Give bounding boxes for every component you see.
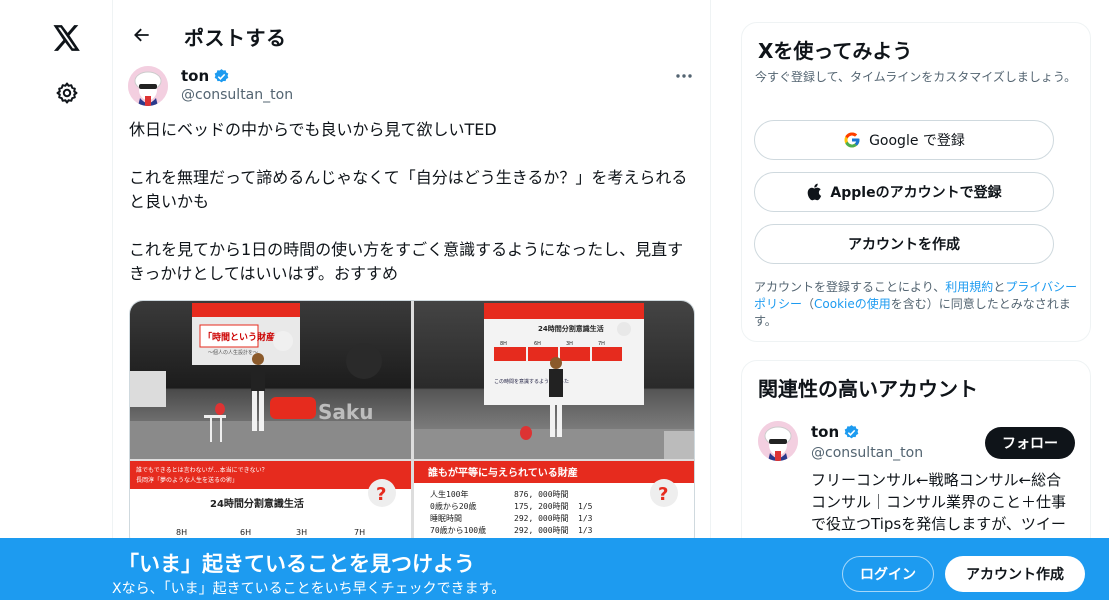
slide-cell: 6H <box>240 528 251 537</box>
slide-title: 「時間という財産」 <box>203 331 284 343</box>
left-nav <box>0 0 112 600</box>
slide-cell: 8H <box>500 341 507 347</box>
apple-icon <box>808 183 822 201</box>
slide-header: 誰でもできるとは言わないが…本当にできない？ <box>136 466 268 474</box>
avatar[interactable] <box>758 421 798 461</box>
follow-button[interactable]: フォロー <box>985 427 1075 459</box>
more-dots-icon <box>676 74 692 78</box>
table-cell: 0歳から20歳 <box>430 501 476 511</box>
post-paragraph: これを無理だって諦めるんじゃなくて「自分はどう生きるか？」を考えられると良いかも <box>129 168 688 211</box>
stage-photo: 「時間という財産」 〜個人の人生設計を〜 Saku <box>130 303 411 459</box>
slide-cell: 7H <box>598 341 605 347</box>
banner-title: 「いま」起きていることを見つけよう <box>118 552 475 576</box>
media-slide-3[interactable]: 誰でもできるとは言わないが…本当にできない？ 長岡淳「夢のような人生を送るの術」… <box>130 461 411 549</box>
google-signup-button[interactable]: Google で登録 <box>754 120 1054 160</box>
signup-button[interactable]: アカウント作成 <box>945 556 1085 592</box>
slide-quote: 長岡淳「夢のような人生を送るの術」 <box>136 476 238 484</box>
post-paragraph: 休日にベッドの中からでも良いから見て欲しいTED <box>129 120 497 139</box>
slide-image: 誰もが平等に与えられている財産 ? 人生100年 876, 000時間 0歳から… <box>414 461 694 535</box>
apple-signup-label: Appleのアカウントで登録 <box>830 185 1002 201</box>
table-cell: 175, 200時間 <box>514 502 569 511</box>
slide-title: 24時間分割意識生活 <box>538 324 604 333</box>
slide-title: 誰もが平等に与えられている財産 <box>428 466 578 479</box>
more-button[interactable] <box>670 64 698 88</box>
cookie-link[interactable]: Cookieの使用 <box>814 297 891 311</box>
terms-link[interactable]: 利用規約 <box>945 280 993 294</box>
author-handle[interactable]: @consultan_ton <box>181 87 293 103</box>
page-title: ポストする <box>184 26 287 50</box>
login-button[interactable]: ログイン <box>842 556 934 592</box>
table-cell: 292, 000時間 <box>514 526 569 535</box>
main-column: ポストする ton @consultan_ton 休日にベッドの中からでも良いか… <box>112 0 711 600</box>
svg-text:?: ? <box>658 484 668 505</box>
related-accounts-card: 関連性の高いアカウント ton @consultan_ton フォロー フリーコ… <box>741 360 1091 560</box>
related-account-name[interactable]: ton <box>811 423 860 441</box>
table-cell: 人生100年 <box>430 489 468 499</box>
svg-text:?: ? <box>376 484 386 505</box>
media-photo-2[interactable]: 24時間分割意識生活 8H 6H 3H 7H この時間を意識するようになった <box>414 301 694 459</box>
slide-subtitle: 〜個人の人生設計を〜 <box>208 349 258 356</box>
settings-button[interactable] <box>44 70 90 116</box>
apple-signup-button[interactable]: Appleのアカウントで登録 <box>754 172 1054 212</box>
create-account-label: アカウントを作成 <box>848 237 960 253</box>
slide-cell: 7H <box>354 528 365 537</box>
table-cell: 1/3 <box>578 514 593 523</box>
media-photo-1[interactable]: 「時間という財産」 〜個人の人生設計を〜 Saku <box>130 301 411 459</box>
x-logo-button[interactable] <box>44 15 90 61</box>
signup-card-title: Xを使ってみよう <box>758 39 913 63</box>
slide-cell: 8H <box>176 528 187 537</box>
table-cell: 876, 000時間 <box>514 490 569 499</box>
legal-notice: アカウントを登録することにより、利用規約とプライバシーポリシー（Cookieの使… <box>754 280 1078 328</box>
verified-badge-icon <box>844 424 859 438</box>
avatar[interactable] <box>128 66 168 106</box>
gear-icon <box>56 82 78 104</box>
back-button[interactable] <box>125 18 159 52</box>
signup-card: Xを使ってみよう 今すぐ登録して、タイムラインをカスタマイズしましょう。 Goo… <box>741 22 1091 342</box>
post-paragraph: これを見てから1日の時間の使い方をすごく意識するようになったし、見直すきっかけと… <box>129 240 684 283</box>
back-arrow-icon <box>134 28 149 42</box>
slide-cell: 3H <box>296 528 307 537</box>
table-cell: 1/3 <box>578 526 593 535</box>
x-logo-icon <box>53 25 80 51</box>
post-author: ton @consultan_ton <box>128 64 698 110</box>
verified-badge-icon <box>214 68 229 82</box>
post-media[interactable]: 「時間という財産」 〜個人の人生設計を〜 Saku 24時間分割意識生活 8H … <box>129 300 695 550</box>
signup-banner: 「いま」起きていることを見つけよう Xなら、「いま」起きていることをいち早くチェ… <box>0 538 1109 600</box>
slide-cell: 6H <box>534 341 541 347</box>
avatar-illustration <box>128 66 168 106</box>
slide-title: 24時間分割意識生活 <box>210 497 304 510</box>
avatar-illustration <box>758 421 798 461</box>
post-text: 休日にベッドの中からでも良いから見て欲しいTED これを無理だって諦めるんじゃな… <box>129 118 699 310</box>
google-icon <box>844 132 860 148</box>
table-cell: 70歳から100歳 <box>430 525 486 535</box>
media-slide-4[interactable]: 誰もが平等に与えられている財産 ? 人生100年 876, 000時間 0歳から… <box>414 461 694 549</box>
stage-photo: 24時間分割意識生活 8H 6H 3H 7H この時間を意識するようになった <box>414 303 694 459</box>
stage-logo: Saku <box>318 400 373 424</box>
table-cell: 睡眠時間 <box>430 514 462 523</box>
google-signup-label: Google で登録 <box>869 133 965 149</box>
slide-image: 誰でもできるとは言わないが…本当にできない？ 長岡淳「夢のような人生を送るの術」… <box>130 461 411 549</box>
create-account-button[interactable]: アカウントを作成 <box>754 224 1054 264</box>
slide-cell: 3H <box>566 341 573 347</box>
table-cell: 292, 000時間 <box>514 514 569 523</box>
author-name[interactable]: ton <box>181 67 230 85</box>
banner-subtitle: Xなら、「いま」起きていることをいち早くチェックできます。 <box>112 581 506 597</box>
signup-card-subtitle: 今すぐ登録して、タイムラインをカスタマイズしましょう。 <box>755 70 1077 84</box>
table-cell: 1/5 <box>578 502 593 511</box>
related-account-handle[interactable]: @consultan_ton <box>811 445 923 461</box>
related-accounts-title: 関連性の高いアカウント <box>758 377 978 401</box>
